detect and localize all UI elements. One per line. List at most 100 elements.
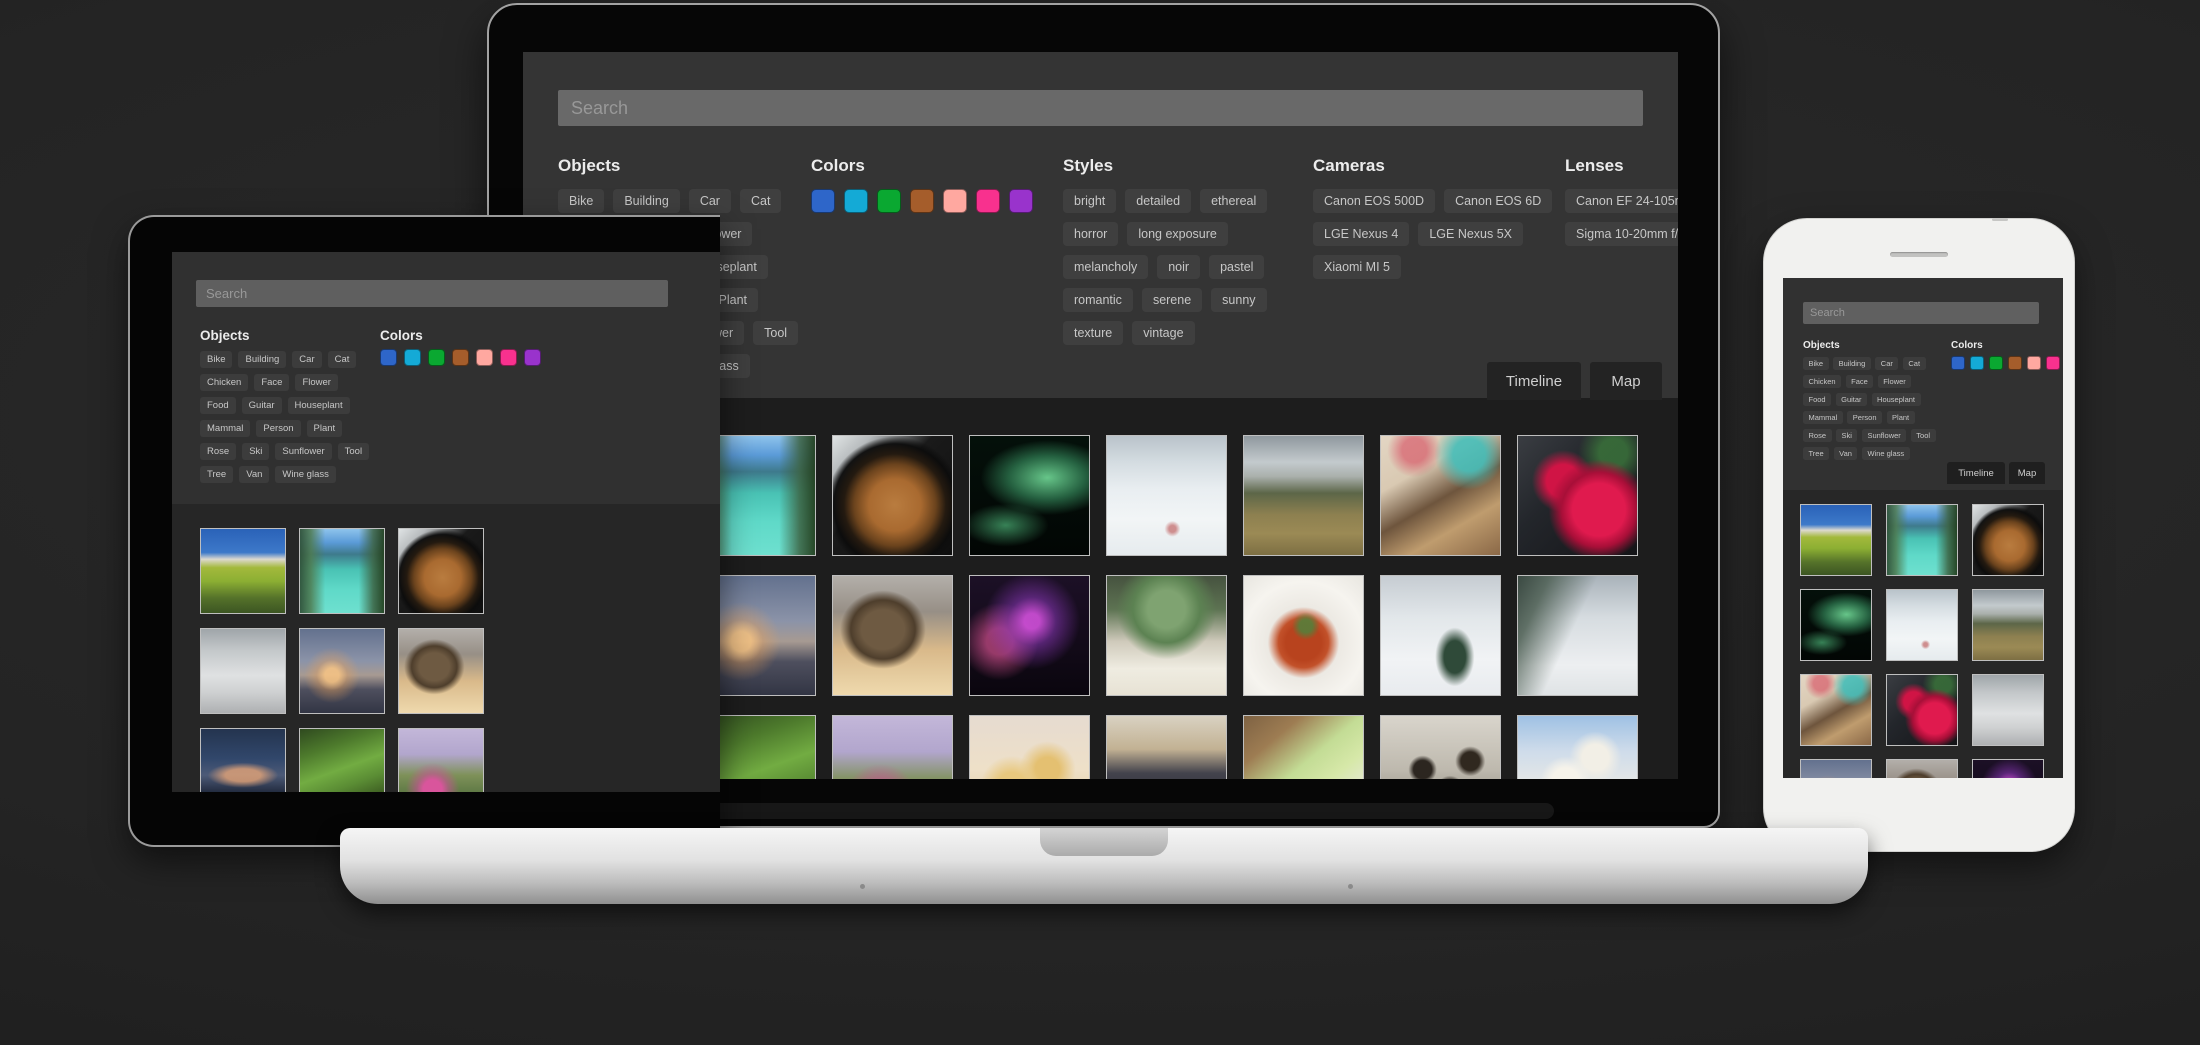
color-swatch[interactable]: [2008, 356, 2022, 370]
filter-tag-tool[interactable]: Tool: [1911, 429, 1936, 442]
photo-thumbnail-snowroad[interactable]: [200, 628, 286, 714]
photo-thumbnail-snowpine[interactable]: [1380, 575, 1501, 696]
filter-tag-cat[interactable]: Cat: [1903, 357, 1926, 370]
photo-thumbnail-roses[interactable]: [1517, 435, 1638, 556]
photo-thumbnail-sushi[interactable]: [1380, 715, 1501, 779]
color-swatch[interactable]: [404, 349, 421, 366]
filter-tag-food[interactable]: Food: [1803, 393, 1831, 406]
filter-tag-vintage[interactable]: vintage: [1132, 321, 1194, 345]
filter-tag-sunny[interactable]: sunny: [1211, 288, 1266, 312]
filter-tag-sunflower[interactable]: Sunflower: [275, 443, 331, 460]
filter-tag-serene[interactable]: serene: [1142, 288, 1202, 312]
color-swatch[interactable]: [452, 349, 469, 366]
filter-tag-mammal[interactable]: Mammal: [1803, 411, 1843, 424]
filter-tag-face[interactable]: Face: [254, 374, 289, 391]
filter-tag-building[interactable]: Building: [1833, 357, 1871, 370]
filter-tag-canon-eos-500d[interactable]: Canon EOS 500D: [1313, 189, 1435, 213]
color-swatch[interactable]: [1009, 189, 1033, 213]
color-swatch[interactable]: [976, 189, 1000, 213]
filter-tag-car[interactable]: Car: [689, 189, 731, 213]
filter-tag-face[interactable]: Face: [1846, 375, 1874, 388]
search-input[interactable]: [196, 280, 668, 307]
photo-thumbnail-chicks[interactable]: [969, 715, 1090, 779]
filter-tag-texture[interactable]: texture: [1063, 321, 1123, 345]
filter-tag-mammal[interactable]: Mammal: [200, 420, 250, 437]
filter-tag-food[interactable]: Food: [200, 397, 236, 414]
photo-thumbnail-concert[interactable]: [969, 575, 1090, 696]
photo-thumbnail-coffee[interactable]: [398, 528, 484, 614]
filter-tag-wine-glass[interactable]: Wine glass: [1862, 447, 1910, 460]
filter-tag-building[interactable]: Building: [238, 351, 286, 368]
photo-thumbnail-ski[interactable]: [1886, 589, 1958, 661]
color-swatch[interactable]: [2027, 356, 2041, 370]
photo-thumbnail-greenplant[interactable]: [299, 728, 385, 792]
photo-thumbnail-chopping[interactable]: [1243, 715, 1364, 779]
color-swatch[interactable]: [910, 189, 934, 213]
color-swatch[interactable]: [476, 349, 493, 366]
filter-tag-chicken[interactable]: Chicken: [200, 374, 248, 391]
photo-thumbnail-sunsetroad[interactable]: [1800, 759, 1872, 778]
photo-thumbnail-hedgehog[interactable]: [398, 628, 484, 714]
filter-tag-wine-glass[interactable]: Wine glass: [275, 466, 335, 483]
filter-tag-houseplant[interactable]: Houseplant: [288, 397, 350, 414]
photo-thumbnail-concert[interactable]: [1972, 759, 2044, 778]
photo-thumbnail-lake[interactable]: [299, 528, 385, 614]
filter-tag-guitar[interactable]: Guitar: [1836, 393, 1867, 406]
photo-thumbnail-coffee[interactable]: [1972, 504, 2044, 576]
filter-tag-chicken[interactable]: Chicken: [1803, 375, 1841, 388]
filter-tag-person[interactable]: Person: [1847, 411, 1882, 424]
photo-thumbnail-blossom[interactable]: [1517, 715, 1638, 779]
filter-tag-xiaomi-mi-5[interactable]: Xiaomi MI 5: [1313, 255, 1401, 279]
photo-thumbnail-succulent[interactable]: [1106, 575, 1227, 696]
color-swatch[interactable]: [877, 189, 901, 213]
filter-tag-car[interactable]: Car: [292, 351, 321, 368]
photo-thumbnail-hedgehog[interactable]: [832, 575, 953, 696]
color-swatch[interactable]: [1951, 356, 1965, 370]
photo-thumbnail-aurora[interactable]: [969, 435, 1090, 556]
photo-thumbnail-cat[interactable]: [1800, 674, 1872, 746]
photo-thumbnail-pinkflowers[interactable]: [832, 715, 953, 779]
filter-tag-cat[interactable]: Cat: [740, 189, 781, 213]
filter-tag-van[interactable]: Van: [1834, 447, 1858, 460]
filter-tag-canon-ef-24-105mm[interactable]: Canon EF 24-105mm: [1565, 189, 1678, 213]
photo-thumbnail-snowroad[interactable]: [1972, 674, 2044, 746]
color-swatch[interactable]: [844, 189, 868, 213]
photo-thumbnail-ski[interactable]: [1106, 435, 1227, 556]
search-input[interactable]: [558, 90, 1643, 126]
filter-tag-ski[interactable]: Ski: [1836, 429, 1857, 442]
filter-tag-ethereal[interactable]: ethereal: [1200, 189, 1267, 213]
timeline-tab[interactable]: Timeline: [1487, 362, 1581, 400]
filter-tag-cat[interactable]: Cat: [328, 351, 357, 368]
photo-thumbnail-sunsetroad[interactable]: [299, 628, 385, 714]
filter-tag-rose[interactable]: Rose: [1803, 429, 1832, 442]
filter-tag-houseplant[interactable]: Houseplant: [1872, 393, 1921, 406]
filter-tag-lge-nexus-5x[interactable]: LGE Nexus 5X: [1418, 222, 1523, 246]
filter-tag-bright[interactable]: bright: [1063, 189, 1116, 213]
filter-tag-guitar[interactable]: Guitar: [242, 397, 282, 414]
filter-tag-noir[interactable]: noir: [1157, 255, 1200, 279]
timeline-tab[interactable]: Timeline: [1947, 462, 2005, 484]
color-swatch[interactable]: [428, 349, 445, 366]
filter-tag-plant[interactable]: Plant: [1887, 411, 1915, 424]
filter-tag-tree[interactable]: Tree: [1803, 447, 1829, 460]
photo-thumbnail-van[interactable]: [1800, 504, 1872, 576]
color-swatch[interactable]: [380, 349, 397, 366]
filter-tag-sigma-10-20mm-f-4-5[interactable]: Sigma 10-20mm f/4-5: [1565, 222, 1678, 246]
photo-thumbnail-skiforest[interactable]: [1517, 575, 1638, 696]
filter-tag-detailed[interactable]: detailed: [1125, 189, 1191, 213]
filter-tag-flower[interactable]: Flower: [1878, 375, 1912, 388]
photo-thumbnail-hedgehog[interactable]: [1886, 759, 1958, 778]
filter-tag-flower[interactable]: Flower: [295, 374, 338, 391]
photo-thumbnail-room[interactable]: [1106, 715, 1227, 779]
color-swatch[interactable]: [811, 189, 835, 213]
filter-tag-car[interactable]: Car: [1875, 357, 1898, 370]
filter-tag-sunflower[interactable]: Sunflower: [1862, 429, 1906, 442]
photo-thumbnail-aurora[interactable]: [1800, 589, 1872, 661]
color-swatch[interactable]: [1970, 356, 1984, 370]
photo-thumbnail-pinkflowers[interactable]: [398, 728, 484, 792]
search-input[interactable]: [1803, 302, 2039, 324]
filter-tag-lge-nexus-4[interactable]: LGE Nexus 4: [1313, 222, 1409, 246]
color-swatch[interactable]: [500, 349, 517, 366]
filter-tag-building[interactable]: Building: [613, 189, 679, 213]
filter-tag-bike[interactable]: Bike: [558, 189, 604, 213]
